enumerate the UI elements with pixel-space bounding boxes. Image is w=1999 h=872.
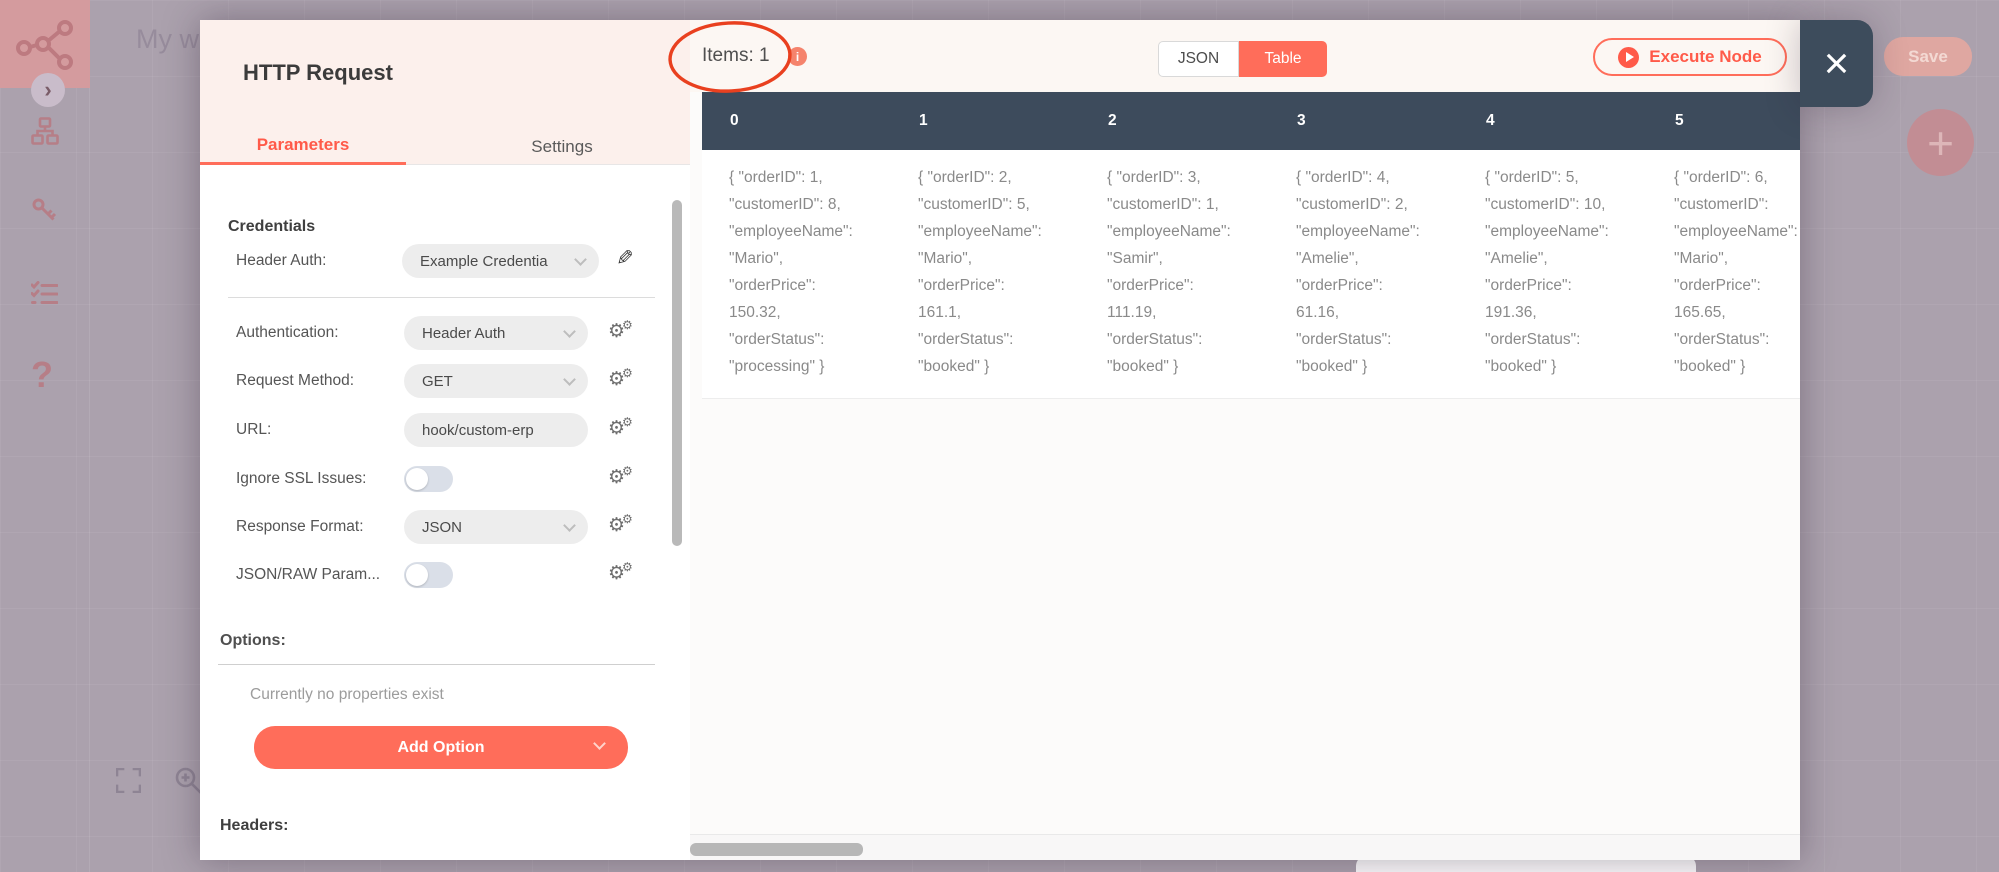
request-method-select-value: GET — [422, 372, 453, 390]
tab-parameters[interactable]: Parameters — [200, 128, 406, 165]
close-modal-button[interactable]: × — [1800, 20, 1873, 107]
table-horizontal-scrollbar[interactable] — [690, 843, 863, 856]
node-detail-modal: HTTP Request Parameters Settings Credent… — [200, 20, 1800, 860]
field-label-request-method: Request Method: — [236, 372, 355, 389]
key-icon — [32, 198, 57, 221]
execute-node-button[interactable]: Execute Node — [1593, 38, 1787, 76]
credentials-heading: Credentials — [228, 218, 316, 235]
toggle-knob — [406, 468, 428, 490]
question-mark-icon: ? — [31, 354, 53, 395]
zoom-to-fit-button[interactable] — [115, 767, 142, 798]
gear-icon: ⚙ — [622, 464, 633, 478]
add-option-button[interactable]: Add Option — [254, 726, 628, 769]
chevron-down-icon — [563, 372, 576, 386]
output-view-toggle: JSON Table — [1158, 41, 1327, 77]
view-table-button[interactable]: Table — [1239, 41, 1327, 77]
gear-icon: ⚙ — [622, 512, 633, 526]
json-raw-toggle[interactable] — [404, 562, 453, 588]
play-icon — [1618, 46, 1640, 68]
edit-credential-button[interactable]: ✎ — [616, 246, 634, 271]
table-column-header: 1 — [919, 112, 928, 129]
credential-select[interactable]: Example Credentia — [402, 244, 599, 278]
sidebar-item-executions[interactable] — [31, 281, 58, 306]
table-row: { "orderID": 1, "customerID": 8, "employ… — [702, 150, 1800, 399]
table-column-header: 5 — [1675, 112, 1684, 129]
sidebar-item-credentials[interactable] — [31, 197, 57, 223]
options-empty-text: Currently no properties exist — [250, 686, 444, 703]
toggle-knob — [406, 564, 428, 586]
plus-icon: + — [1927, 116, 1954, 169]
sidebar-expand-button[interactable]: › — [31, 73, 65, 107]
request-method-select[interactable]: GET — [404, 364, 588, 398]
table-cell: { "orderID": 3, "customerID": 1, "employ… — [1107, 169, 1231, 375]
chevron-down-icon — [593, 737, 606, 750]
execute-node-label: Execute Node — [1649, 47, 1762, 66]
response-format-gear-button[interactable]: ⚙ ⚙ — [608, 512, 634, 539]
field-label-ignore-ssl: Ignore SSL Issues: — [236, 470, 367, 487]
url-input[interactable]: hook/custom-erp — [404, 413, 588, 447]
gear-icon: ⚙ — [622, 560, 633, 574]
info-icon: i — [795, 49, 800, 64]
sidebar: › ? — [0, 0, 90, 872]
ignore-ssl-gear-button[interactable]: ⚙ ⚙ — [608, 464, 634, 491]
options-heading: Options: — [220, 632, 286, 649]
gear-icon: ⚙ — [622, 366, 633, 380]
credential-select-value: Example Credentia — [420, 252, 548, 270]
output-panel: Items: 1 i JSON Table Execute Node 0 1 2… — [690, 20, 1800, 860]
table-cell: { "orderID": 5, "customerID": 10, "emplo… — [1485, 169, 1609, 375]
headers-heading: Headers: — [220, 817, 289, 834]
table-column-header: 3 — [1297, 112, 1306, 129]
sidebar-item-help[interactable]: ? — [31, 354, 53, 396]
table-column-header: 0 — [730, 112, 739, 129]
sidebar-item-workflows[interactable] — [31, 117, 59, 145]
field-label-response-format: Response Format: — [236, 518, 364, 535]
items-info-button[interactable]: i — [788, 47, 807, 66]
save-button[interactable]: Save — [1884, 37, 1972, 76]
field-label-header-auth: Header Auth: — [236, 252, 327, 269]
table-cell: { "orderID": 4, "customerID": 2, "employ… — [1296, 169, 1420, 375]
chevron-down-icon — [563, 324, 576, 338]
table-column-header: 4 — [1486, 112, 1495, 129]
field-label-json-raw: JSON/RAW Param... — [236, 566, 381, 583]
node-settings-panel: HTTP Request Parameters Settings Credent… — [200, 20, 690, 860]
tab-settings[interactable]: Settings — [406, 128, 690, 165]
gear-icon: ⚙ — [622, 415, 633, 429]
output-table-header: 0 1 2 3 4 5 — [702, 92, 1800, 150]
json-raw-gear-button[interactable]: ⚙ ⚙ — [608, 560, 634, 587]
save-button-label: Save — [1908, 46, 1948, 66]
parameters-scrollbar[interactable] — [672, 200, 682, 546]
authentication-select-value: Header Auth — [422, 324, 506, 342]
ignore-ssl-toggle[interactable] — [404, 466, 453, 492]
table-cell: { "orderID": 6, "customerID": "employeeN… — [1674, 169, 1798, 375]
items-count: Items: 1 — [702, 45, 770, 66]
workflow-icon — [31, 117, 59, 145]
chevron-down-icon — [563, 518, 576, 532]
fit-view-icon — [115, 767, 142, 794]
authentication-select[interactable]: Header Auth — [404, 316, 588, 350]
url-gear-button[interactable]: ⚙ ⚙ — [608, 415, 634, 442]
url-input-value: hook/custom-erp — [422, 421, 534, 439]
response-format-select[interactable]: JSON — [404, 510, 588, 544]
response-format-select-value: JSON — [422, 518, 463, 536]
field-label-authentication: Authentication: — [236, 324, 339, 341]
authentication-gear-button[interactable]: ⚙ ⚙ — [608, 318, 634, 345]
view-json-button[interactable]: JSON — [1158, 41, 1239, 77]
pencil-icon: ✎ — [616, 247, 634, 270]
table-column-header: 2 — [1108, 112, 1117, 129]
checklist-icon — [31, 281, 58, 304]
gear-icon: ⚙ — [622, 318, 633, 332]
divider — [218, 664, 655, 665]
chevron-down-icon — [574, 252, 587, 266]
close-icon: × — [1823, 38, 1850, 88]
request-method-gear-button[interactable]: ⚙ ⚙ — [608, 366, 634, 393]
chevron-right-icon: › — [44, 77, 52, 102]
field-label-url: URL: — [236, 421, 272, 438]
add-node-button[interactable]: + — [1907, 109, 1974, 176]
node-settings-header: HTTP Request Parameters Settings — [200, 20, 690, 165]
table-cell: { "orderID": 1, "customerID": 8, "employ… — [729, 169, 853, 375]
add-option-label: Add Option — [397, 738, 485, 756]
table-cell: { "orderID": 2, "customerID": 5, "employ… — [918, 169, 1042, 375]
node-title: HTTP Request — [243, 60, 393, 85]
divider — [228, 297, 655, 298]
